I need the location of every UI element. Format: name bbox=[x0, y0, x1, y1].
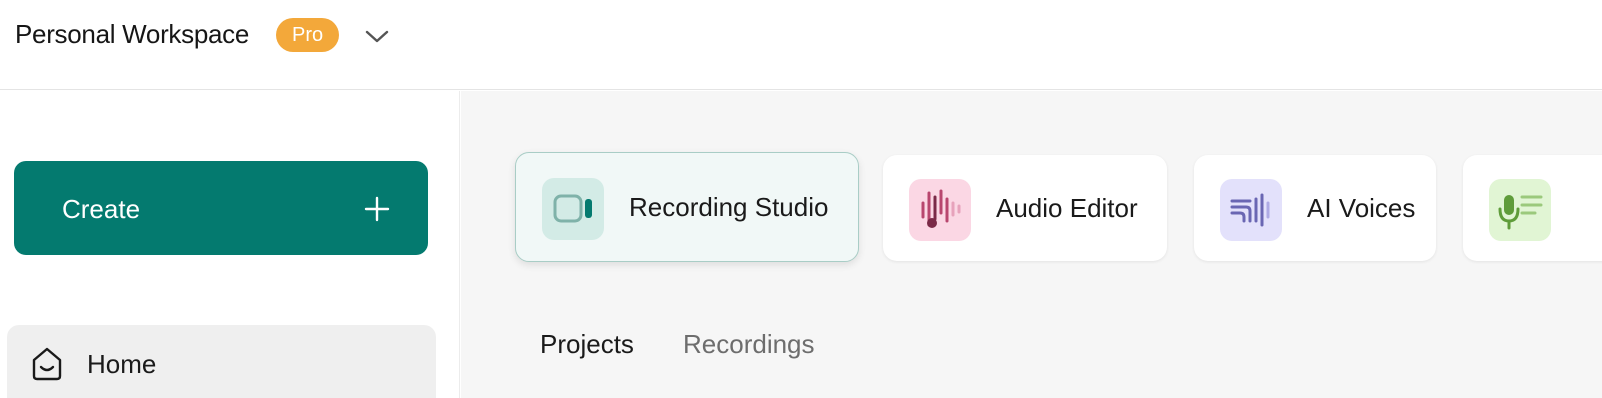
main-content: Recording Studio Audio Editor AI Voices … bbox=[461, 91, 1602, 398]
create-label: Create bbox=[62, 194, 141, 224]
sidebar: Create Home bbox=[0, 91, 460, 398]
tab-recordings[interactable]: Recordings bbox=[683, 329, 815, 360]
tab-projects[interactable]: Projects bbox=[540, 329, 634, 360]
home-icon bbox=[32, 347, 62, 381]
tool-card-audio-editor[interactable]: Audio Editor bbox=[883, 155, 1167, 261]
tool-card-label: AI Voices bbox=[1307, 193, 1416, 223]
workspace-title[interactable]: Personal Workspace bbox=[15, 19, 249, 50]
plus-icon bbox=[364, 196, 390, 222]
ai-voice-waveform-icon bbox=[1220, 179, 1282, 241]
tool-card-recording-studio[interactable]: Recording Studio bbox=[515, 152, 859, 262]
microphone-transcript-icon bbox=[1489, 179, 1551, 241]
tool-card-label: Recording Studio bbox=[629, 192, 829, 222]
tool-card-transcription[interactable] bbox=[1463, 155, 1602, 261]
sidebar-item-label: Home bbox=[87, 349, 157, 379]
top-bar: Personal Workspace Pro bbox=[0, 0, 1602, 90]
create-button[interactable]: Create bbox=[14, 161, 428, 255]
audio-waveform-note-icon bbox=[909, 179, 971, 241]
pro-badge: Pro bbox=[276, 18, 340, 52]
tool-card-ai-voices[interactable]: AI Voices bbox=[1194, 155, 1436, 261]
chevron-down-icon[interactable] bbox=[362, 24, 392, 48]
video-camera-icon bbox=[542, 178, 604, 240]
sidebar-item-home[interactable]: Home bbox=[7, 325, 436, 398]
tool-card-label: Audio Editor bbox=[996, 193, 1138, 223]
